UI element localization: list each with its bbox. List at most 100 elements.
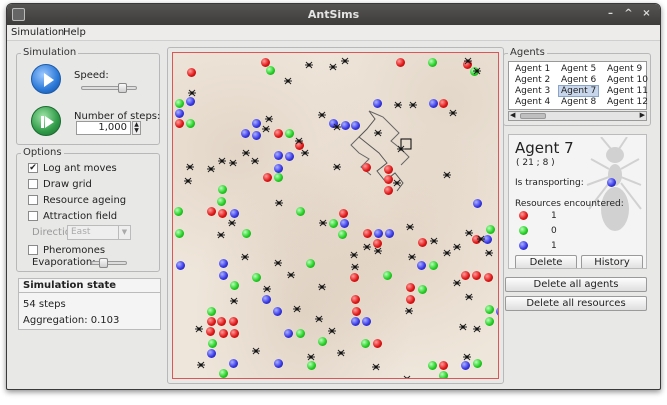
ant-icon[interactable] — [318, 111, 326, 119]
ant-icon[interactable] — [301, 149, 309, 157]
checkbox-icon[interactable] — [28, 195, 38, 205]
evaporation-slider[interactable] — [91, 261, 127, 265]
ant-icon[interactable] — [464, 57, 472, 65]
checkbox-icon[interactable] — [28, 245, 38, 255]
ant-icon[interactable] — [459, 323, 467, 331]
ant-icon[interactable] — [275, 199, 283, 207]
agents-list[interactable]: Agent 1 Agent 5 Agent 9 Agent 2 Agent 6 Agent… — [508, 61, 650, 110]
ant-icon[interactable] — [188, 89, 196, 97]
ant-icon[interactable] — [430, 237, 438, 245]
minimize-icon[interactable]: – — [603, 7, 618, 22]
ant-icon[interactable] — [319, 219, 327, 227]
ant-icon[interactable] — [443, 171, 451, 179]
ant-icon[interactable] — [228, 219, 236, 227]
option-log-ant-moves[interactable]: ✔ Log ant moves — [28, 161, 117, 175]
ant-icon[interactable] — [242, 149, 250, 157]
ant-icon[interactable] — [333, 163, 341, 171]
menu-simulation[interactable]: Simulation — [11, 27, 64, 38]
ant-icon[interactable] — [229, 159, 237, 167]
ant-icon[interactable] — [230, 297, 238, 305]
agent-list-item[interactable]: Agent 2 — [513, 75, 552, 85]
ant-icon[interactable] — [394, 101, 402, 109]
ant-icon[interactable] — [265, 115, 273, 123]
option-attraction-field[interactable]: Attraction field — [28, 209, 117, 223]
steps-spinner[interactable]: ▲ ▼ — [132, 121, 141, 135]
agent-list-item[interactable]: Agent 12 — [605, 97, 650, 107]
ant-icon[interactable] — [186, 163, 194, 171]
delete-all-agents-button[interactable]: Delete all agents — [505, 277, 647, 292]
world-canvas[interactable] — [172, 52, 499, 379]
ant-icon[interactable] — [241, 253, 249, 261]
ant-icon[interactable] — [406, 223, 414, 231]
option-draw-grid[interactable]: Draw grid — [28, 177, 92, 191]
ant-icon[interactable] — [207, 165, 215, 173]
ant-icon[interactable] — [315, 315, 323, 323]
ant-icon[interactable] — [287, 271, 295, 279]
ant-icon[interactable] — [477, 235, 485, 243]
play-button[interactable] — [31, 64, 61, 94]
ant-icon[interactable] — [473, 67, 481, 75]
ant-icon[interactable] — [397, 145, 405, 153]
scroll-right-icon[interactable]: ▶ — [640, 111, 645, 119]
checkbox-icon[interactable] — [28, 179, 38, 189]
ant-icon[interactable] — [449, 109, 457, 117]
ant-icon[interactable] — [465, 293, 473, 301]
ant-icon[interactable] — [195, 325, 203, 333]
speed-slider-thumb[interactable] — [118, 83, 127, 93]
direction-select[interactable]: East ▼ — [67, 225, 131, 240]
menu-help[interactable]: Help — [63, 27, 86, 38]
agent-list-item[interactable]: Agent 4 — [513, 97, 552, 107]
agent-list-item[interactable]: Agent 1 — [513, 64, 552, 74]
ant-icon[interactable] — [350, 251, 358, 259]
evaporation-slider-thumb[interactable] — [99, 258, 108, 268]
ant-icon[interactable] — [374, 247, 382, 255]
ant-icon[interactable] — [337, 349, 345, 357]
agent-list-item[interactable]: Agent 8 — [559, 97, 598, 107]
ant-icon[interactable] — [274, 259, 282, 267]
ant-icon[interactable] — [217, 231, 225, 239]
ant-icon[interactable] — [453, 243, 461, 251]
delete-agent-button[interactable]: Delete — [515, 255, 577, 268]
ant-icon[interactable] — [393, 179, 401, 187]
checkbox-icon[interactable]: ✔ — [28, 163, 38, 173]
agent-list-item[interactable]: Agent 10 — [605, 75, 650, 85]
ant-icon[interactable] — [333, 123, 341, 131]
ant-icon[interactable] — [465, 229, 473, 237]
close-icon[interactable]: × — [639, 7, 654, 22]
agent-list-item[interactable]: Agent 3 — [513, 86, 552, 96]
ant-icon[interactable] — [443, 249, 451, 257]
ant-icon[interactable] — [293, 305, 301, 313]
ant-icon[interactable] — [329, 63, 337, 71]
ant-icon[interactable] — [263, 285, 271, 293]
ant-icon[interactable] — [409, 101, 417, 109]
ant-icon[interactable] — [485, 249, 493, 257]
speed-slider[interactable] — [81, 86, 137, 90]
option-resource-ageing[interactable]: Resource ageing — [28, 193, 126, 207]
delete-all-resources-button[interactable]: Delete all resources — [505, 296, 647, 311]
ant-icon[interactable] — [197, 361, 205, 369]
ant-icon[interactable] — [305, 61, 313, 69]
ant-icon[interactable] — [408, 253, 416, 261]
ant-icon[interactable] — [341, 57, 349, 65]
ant-icon[interactable] — [318, 283, 326, 291]
ant-icon[interactable] — [374, 129, 382, 137]
ant-icon[interactable] — [218, 157, 226, 165]
ant-icon[interactable] — [184, 177, 192, 185]
ant-icon[interactable] — [463, 353, 471, 361]
ant-icon[interactable] — [307, 353, 315, 361]
ant-icon[interactable] — [262, 125, 270, 133]
ant-icon[interactable] — [473, 325, 481, 333]
checkbox-icon[interactable] — [28, 211, 38, 221]
ant-icon[interactable] — [284, 77, 292, 85]
agent-list-item[interactable]: Agent 9 — [605, 64, 644, 74]
agents-scrollbar[interactable]: ◀ ▶ — [508, 111, 647, 121]
scroll-thumb[interactable] — [520, 113, 546, 119]
ant-icon[interactable] — [251, 157, 259, 165]
ant-icon[interactable] — [453, 279, 461, 287]
ant-icon[interactable] — [295, 137, 303, 145]
step-button[interactable] — [31, 106, 61, 136]
ant-icon[interactable] — [351, 263, 359, 271]
ant-icon[interactable] — [372, 363, 380, 371]
agent-list-item[interactable]: Agent 5 — [559, 64, 598, 74]
agent-list-item[interactable]: Agent 11 — [605, 86, 650, 96]
